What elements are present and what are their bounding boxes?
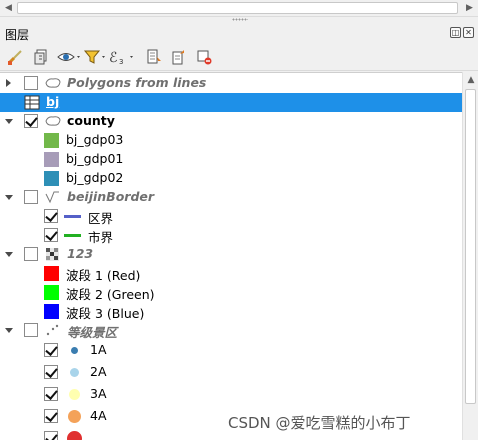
legend-label: 2A — [90, 364, 107, 379]
expression-filter-icon[interactable]: ℰ3 — [108, 47, 138, 67]
vertical-scrollbar[interactable]: ▲ — [462, 72, 478, 440]
color-swatch — [44, 152, 59, 167]
expand-all-icon[interactable] — [145, 47, 163, 67]
layer-checkbox[interactable] — [24, 323, 38, 337]
legend-item[interactable]: 区界 — [0, 207, 462, 226]
legend-item: 波段 1 (Red) — [0, 264, 462, 283]
polygon-layer-icon — [44, 114, 62, 131]
raster-layer-icon — [46, 248, 59, 264]
layer-row-scenic[interactable]: 等级景区 — [0, 321, 462, 340]
class-checkbox[interactable] — [44, 387, 58, 401]
collapse-arrow-icon[interactable] — [5, 252, 13, 257]
legend-item: 波段 3 (Blue) — [0, 302, 462, 321]
panel-title: 图层 — [5, 28, 30, 42]
legend-item[interactable]: 市界 — [0, 226, 462, 245]
layer-row-polygons-from-lines[interactable]: Polygons from lines — [0, 74, 462, 93]
collapse-all-icon[interactable] — [170, 47, 188, 67]
add-group-icon[interactable] — [32, 47, 50, 67]
legend-item[interactable]: 1A — [0, 341, 462, 360]
layer-checkbox[interactable] — [24, 114, 38, 128]
horizontal-scrollbar[interactable]: ◀ ▶ — [0, 0, 478, 17]
layer-row-bj[interactable]: bj — [0, 93, 462, 112]
color-swatch — [44, 133, 59, 148]
color-swatch — [44, 266, 59, 281]
collapse-arrow-icon[interactable] — [5, 328, 13, 333]
collapse-arrow-icon[interactable] — [5, 195, 13, 200]
class-checkbox[interactable] — [44, 228, 58, 242]
point-layer-icon — [45, 323, 61, 340]
scroll-up-icon[interactable]: ▲ — [463, 72, 478, 88]
point-symbol — [69, 389, 80, 400]
legend-label: 1A — [90, 342, 107, 357]
line-symbol — [64, 234, 81, 237]
eye-icon[interactable] — [57, 47, 83, 67]
point-symbol — [67, 431, 82, 440]
polygon-layer-icon — [44, 76, 62, 93]
legend-item[interactable]: 2A — [0, 363, 462, 382]
layer-checkbox[interactable] — [24, 190, 38, 204]
legend-label: bj_gdp02 — [66, 170, 124, 185]
layers-panel: ◀ ▶ 图层 ◫ ✕ ℰ3 Polygons from lines bj cou… — [0, 0, 478, 440]
class-checkbox[interactable] — [44, 209, 58, 223]
scrollbar-thumb[interactable] — [17, 2, 458, 14]
color-swatch — [44, 285, 59, 300]
collapse-arrow-icon[interactable] — [5, 119, 13, 124]
layer-row-county[interactable]: county — [0, 112, 462, 131]
class-checkbox[interactable] — [44, 431, 58, 440]
legend-item: 波段 2 (Green) — [0, 283, 462, 302]
class-checkbox[interactable] — [44, 343, 58, 357]
legend-label: 区界 — [88, 211, 114, 226]
layer-name: beijinBorder — [67, 189, 155, 204]
watermark-text: CSDN @爱吃雪糕的小布丁 — [228, 414, 411, 432]
float-panel-icon[interactable]: ◫ — [450, 27, 461, 38]
expand-arrow-icon[interactable] — [6, 79, 11, 87]
layer-row-123[interactable]: 123 — [0, 245, 462, 264]
legend-item: bj_gdp02 — [0, 169, 462, 188]
svg-text:3: 3 — [119, 58, 123, 66]
scrollbar-thumb[interactable] — [465, 89, 476, 404]
panel-titlebar: 图层 ◫ ✕ — [0, 23, 478, 43]
legend-label: 波段 1 (Red) — [66, 268, 141, 283]
legend-item: bj_gdp03 — [0, 131, 462, 150]
point-symbol — [71, 347, 78, 354]
class-checkbox[interactable] — [44, 365, 58, 379]
legend-label: bj_gdp03 — [66, 132, 124, 147]
legend-label: bj_gdp01 — [66, 151, 124, 166]
grip-icon — [232, 18, 248, 21]
layers-toolbar: ℰ3 — [0, 43, 478, 71]
close-panel-icon[interactable]: ✕ — [463, 27, 474, 38]
point-symbol — [68, 410, 81, 423]
legend-label: 市界 — [88, 230, 114, 245]
line-layer-icon — [44, 190, 62, 207]
layer-name: bj — [46, 94, 60, 109]
layer-row-beijinborder[interactable]: beijinBorder — [0, 188, 462, 207]
layer-name: 123 — [67, 246, 94, 261]
layer-tree[interactable]: Polygons from lines bj county bj_gdp03 b… — [0, 72, 462, 440]
scroll-right-icon[interactable]: ▶ — [461, 0, 478, 16]
remove-layer-icon[interactable] — [195, 47, 213, 67]
layer-name: 等级景区 — [67, 325, 118, 340]
scroll-left-icon[interactable]: ◀ — [0, 0, 17, 16]
legend-label: 3A — [90, 386, 107, 401]
table-layer-icon — [24, 95, 40, 113]
legend-item[interactable]: 3A — [0, 385, 462, 404]
paint-brush-icon[interactable] — [6, 47, 24, 67]
line-symbol — [64, 215, 81, 218]
color-swatch — [44, 171, 59, 186]
layer-name: county — [67, 113, 115, 128]
layer-name: Polygons from lines — [67, 75, 207, 90]
layer-checkbox[interactable] — [24, 247, 38, 261]
svg-text:ℰ: ℰ — [109, 50, 117, 66]
legend-label: 波段 3 (Blue) — [66, 306, 145, 321]
filter-icon[interactable] — [83, 47, 109, 67]
point-symbol — [70, 368, 79, 377]
layer-checkbox[interactable] — [24, 76, 38, 90]
legend-item: bj_gdp01 — [0, 150, 462, 169]
legend-label: 4A — [90, 408, 107, 423]
class-checkbox[interactable] — [44, 409, 58, 423]
color-swatch — [44, 304, 59, 319]
legend-label: 波段 2 (Green) — [66, 287, 155, 302]
